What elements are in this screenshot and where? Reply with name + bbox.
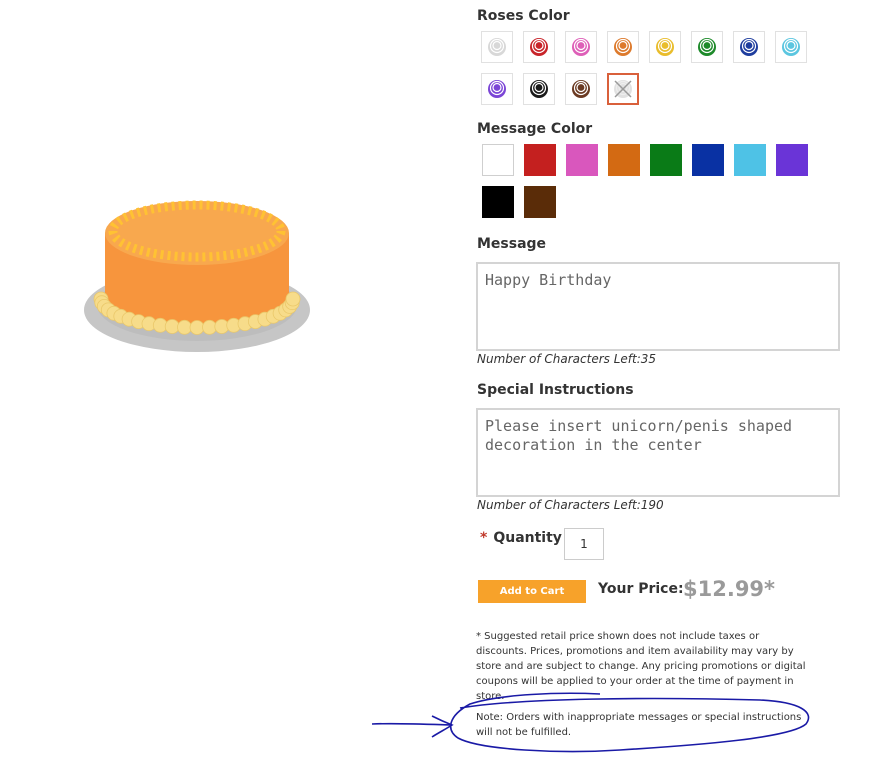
message-color-swatch[interactable] [692,144,724,176]
message-textarea[interactable]: Happy Birthday [476,262,840,351]
rose-color-swatch-yellow[interactable] [649,31,681,63]
cake-pearl [285,291,301,307]
price-value: $12.99* [683,577,776,601]
message-color-options-row-1 [482,144,818,176]
cake-pearl [189,320,205,335]
rose-icon [656,38,674,56]
rose-icon [488,80,506,98]
rose-color-swatch-black[interactable] [523,73,555,105]
rose-color-swatch-pink[interactable] [565,31,597,63]
price-disclaimer: * Suggested retail price shown does not … [476,631,806,702]
rose-color-swatch-white[interactable] [481,31,513,63]
annotation-arrow-head [431,715,454,738]
rose-color-swatch-red[interactable] [523,31,555,63]
rose-color-swatch-brown[interactable] [565,73,597,105]
product-image-cake [80,185,320,365]
message-color-swatch[interactable] [650,144,682,176]
message-label: Message [477,236,547,252]
rose-icon [488,38,506,56]
required-asterisk: * [480,530,488,546]
inappropriate-content-note: Note: Orders with inappropriate messages… [476,712,802,738]
rose-color-swatch-blue[interactable] [733,31,765,63]
quantity-input[interactable]: 1 [564,528,604,560]
special-instructions-textarea[interactable]: Please insert unicorn/penis shaped decor… [476,408,840,497]
special-instructions-char-counter: Number of Characters Left:190 [477,498,664,512]
roses-color-options-row-2 [481,73,649,105]
quantity-label-text: Quantity [493,530,562,546]
rose-icon [740,38,758,56]
cake-pearl [164,319,180,334]
product-options-panel: Roses Color Message Color Message Happy … [476,0,856,784]
message-color-label: Message Color [477,121,593,137]
rose-icon [614,38,632,56]
rose-color-swatch-purple[interactable] [481,73,513,105]
message-color-swatch[interactable] [608,144,640,176]
quantity-label: * Quantity [480,530,562,546]
annotation-arrow-shaft [371,722,453,726]
message-color-swatch[interactable] [524,186,556,218]
message-char-counter: Number of Characters Left:35 [477,352,657,366]
rose-color-swatch-none[interactable] [607,73,639,105]
rose-icon [782,38,800,56]
your-price-label: Your Price: [598,581,684,597]
message-color-swatch[interactable] [566,144,598,176]
no-rose-icon [614,80,632,98]
cake-pearl [177,319,192,335]
roses-color-label: Roses Color [477,8,570,24]
roses-color-options-row-1 [481,31,817,63]
rose-color-swatch-orange[interactable] [607,31,639,63]
message-color-options-row-2 [482,186,566,218]
special-instructions-label: Special Instructions [477,382,634,398]
message-color-swatch[interactable] [482,186,514,218]
message-color-swatch[interactable] [482,144,514,176]
add-to-cart-button[interactable]: Add to Cart [478,580,586,603]
rose-icon [530,38,548,56]
rose-icon [698,38,716,56]
message-color-swatch[interactable] [524,144,556,176]
rose-icon [530,80,548,98]
rose-icon [572,38,590,56]
rose-color-swatch-light-blue[interactable] [775,31,807,63]
rose-icon [572,80,590,98]
message-color-swatch[interactable] [734,144,766,176]
message-color-swatch[interactable] [776,144,808,176]
cake-pearl [202,319,217,335]
rose-color-swatch-green[interactable] [691,31,723,63]
